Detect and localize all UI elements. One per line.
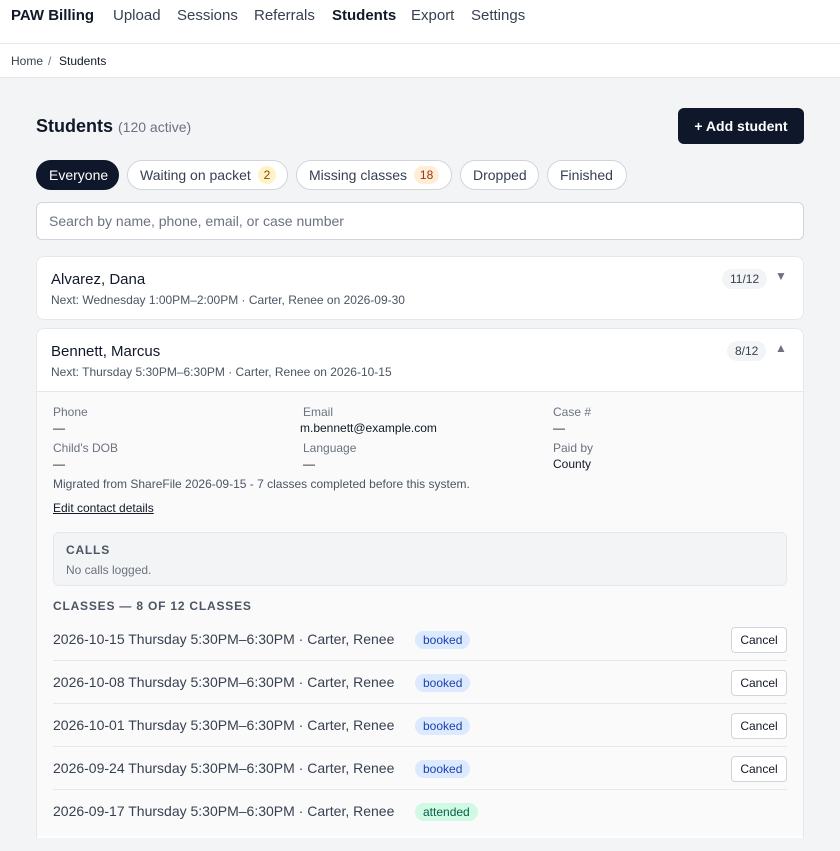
cancel-button[interactable]: Cancel <box>731 627 787 653</box>
paid-by-label: Paid by <box>553 441 594 455</box>
filter-count-badge: 18 <box>413 166 440 184</box>
email-value: m.bennett@example.com <box>300 421 437 435</box>
classes-heading: CLASSES — 8 OF 12 CLASSES <box>53 599 252 613</box>
breadcrumb: Home / Students <box>0 44 840 78</box>
filter-dropped[interactable]: Dropped <box>460 160 539 190</box>
filter-count-badge: 2 <box>257 166 277 184</box>
migration-note: Migrated from ShareFile 2026-09-15 - 7 c… <box>53 477 470 491</box>
class-info: 2026-10-15 Thursday 5:30PM–6:30PM · Cart… <box>53 631 395 647</box>
progress-badge: 8/12 <box>727 341 767 361</box>
student-details: Phone — Email m.bennett@example.com Case… <box>37 391 803 836</box>
next-session: Next: Thursday 5:30PM–6:30PM · Carter, R… <box>51 365 392 379</box>
active-count: (120 active) <box>118 119 192 135</box>
filter-waiting-on-packet[interactable]: Waiting on packet 2 <box>127 160 288 190</box>
filter-label: Dropped <box>473 167 527 183</box>
nav-export[interactable]: Export <box>411 7 454 24</box>
chevron-up-icon[interactable]: ▲ <box>775 341 787 355</box>
class-row: 2026-10-15 Thursday 5:30PM–6:30PM · Cart… <box>53 618 787 661</box>
page-title: Students <box>36 116 114 136</box>
next-session: Next: Wednesday 1:00PM–2:00PM · Carter, … <box>51 293 405 307</box>
status-badge: attended <box>415 803 478 821</box>
language-value: — <box>303 457 315 471</box>
filter-label: Everyone <box>49 167 109 183</box>
status-badge: booked <box>415 760 471 778</box>
breadcrumb-separator: / <box>48 54 52 68</box>
edit-contact-link[interactable]: Edit contact details <box>53 501 154 515</box>
student-name: Bennett, Marcus <box>51 343 161 360</box>
student-card: Alvarez, Dana Next: Wednesday 1:00PM–2:0… <box>36 256 804 320</box>
calls-empty-text: No calls logged. <box>66 563 152 577</box>
class-info: 2026-09-24 Thursday 5:30PM–6:30PM · Cart… <box>53 760 395 776</box>
nav-referrals[interactable]: Referrals <box>254 7 315 24</box>
nav-settings[interactable]: Settings <box>471 7 525 24</box>
calls-panel: CALLS No calls logged. <box>53 532 787 586</box>
nav-sessions[interactable]: Sessions <box>177 7 238 24</box>
filter-label: Missing classes <box>309 167 408 183</box>
dob-value: — <box>53 457 65 471</box>
paid-by-value: County <box>553 457 592 471</box>
breadcrumb-current: Students <box>59 54 107 68</box>
status-badge: booked <box>415 631 471 649</box>
breadcrumb-home[interactable]: Home <box>11 54 43 68</box>
cancel-button[interactable]: Cancel <box>731 670 787 696</box>
language-label: Language <box>303 441 357 455</box>
student-name: Alvarez, Dana <box>51 271 146 288</box>
filter-missing-classes[interactable]: Missing classes 18 <box>296 160 452 190</box>
class-row: 2026-10-01 Thursday 5:30PM–6:30PM · Cart… <box>53 704 787 747</box>
filter-finished[interactable]: Finished <box>547 160 627 190</box>
progress-badge: 11/12 <box>722 269 768 289</box>
email-label: Email <box>303 405 334 419</box>
phone-label: Phone <box>53 405 88 419</box>
class-row: 2026-09-24 Thursday 5:30PM–6:30PM · Cart… <box>53 747 787 790</box>
student-card: Bennett, Marcus Next: Thursday 5:30PM–6:… <box>36 328 804 838</box>
class-info: 2026-09-17 Thursday 5:30PM–6:30PM · Cart… <box>53 803 395 819</box>
phone-value: — <box>53 421 65 435</box>
cancel-button[interactable]: Cancel <box>731 756 787 782</box>
class-info: 2026-10-01 Thursday 5:30PM–6:30PM · Cart… <box>53 717 395 733</box>
top-nav: PAW Billing Upload Sessions Referrals St… <box>0 0 840 44</box>
filter-label: Waiting on packet <box>140 167 251 183</box>
filter-label: Finished <box>560 167 613 183</box>
case-label: Case # <box>553 405 592 419</box>
status-badge: booked <box>415 717 471 735</box>
class-row: 2026-10-08 Thursday 5:30PM–6:30PM · Cart… <box>53 661 787 704</box>
class-row: 2026-09-17 Thursday 5:30PM–6:30PM · Cart… <box>53 790 787 833</box>
class-info: 2026-10-08 Thursday 5:30PM–6:30PM · Cart… <box>53 674 395 690</box>
filter-everyone[interactable]: Everyone <box>36 160 119 190</box>
brand-logo[interactable]: PAW Billing <box>11 7 94 24</box>
student-card-header[interactable]: Alvarez, Dana Next: Wednesday 1:00PM–2:0… <box>37 257 803 319</box>
search-input[interactable] <box>36 202 804 240</box>
add-student-button[interactable]: + Add student <box>678 108 804 144</box>
cancel-button[interactable]: Cancel <box>731 713 787 739</box>
chevron-down-icon[interactable]: ▼ <box>775 269 787 283</box>
case-value: — <box>553 421 565 435</box>
nav-upload[interactable]: Upload <box>113 7 161 24</box>
dob-label: Child's DOB <box>53 441 118 455</box>
status-badge: booked <box>415 674 471 692</box>
student-card-header[interactable]: Bennett, Marcus Next: Thursday 5:30PM–6:… <box>37 329 803 391</box>
calls-heading: CALLS <box>66 543 110 557</box>
nav-students[interactable]: Students <box>332 7 396 24</box>
